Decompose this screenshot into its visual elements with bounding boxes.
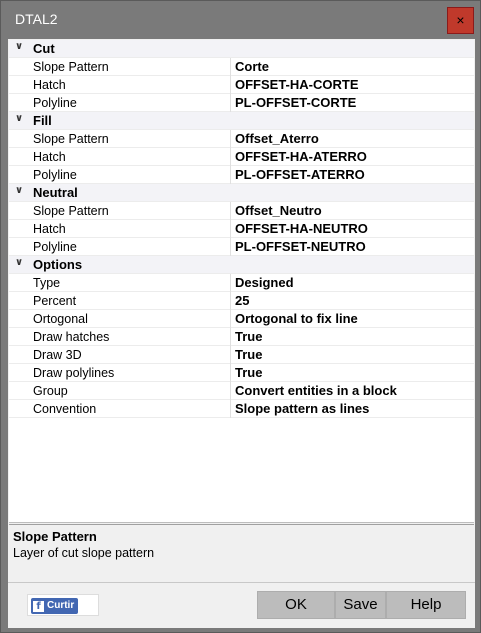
property-row[interactable]: Hatch OFFSET-HA-NEUTRO — [9, 220, 474, 238]
title-bar[interactable]: DTAL2 × — [1, 1, 480, 39]
property-value[interactable]: PL-OFFSET-ATERRO — [235, 167, 365, 182]
column-divider[interactable] — [230, 94, 231, 112]
property-value[interactable]: 25 — [235, 293, 249, 308]
description-title: Slope Pattern — [13, 529, 97, 544]
property-label: Slope Pattern — [33, 60, 109, 74]
property-label: Draw hatches — [33, 330, 110, 344]
property-label: Slope Pattern — [33, 132, 109, 146]
property-value[interactable]: OFFSET-HA-NEUTRO — [235, 221, 368, 236]
column-divider[interactable] — [230, 58, 231, 76]
property-label: Polyline — [33, 96, 77, 110]
property-row[interactable]: Draw polylines True — [9, 364, 474, 382]
property-value[interactable]: Offset_Neutro — [235, 203, 322, 218]
property-label: Hatch — [33, 78, 66, 92]
facebook-like-button[interactable]: f Curtir — [27, 594, 99, 616]
property-value[interactable]: Corte — [235, 59, 269, 74]
property-label: Type — [33, 276, 61, 290]
facebook-like-label: Curtir — [47, 600, 75, 611]
category-label: Cut — [33, 41, 55, 56]
property-value[interactable]: OFFSET-HA-CORTE — [235, 77, 359, 92]
column-divider[interactable] — [230, 202, 231, 220]
property-label: Draw polylines — [33, 366, 115, 380]
close-button[interactable]: × — [447, 7, 474, 34]
property-row[interactable]: Polyline PL-OFFSET-NEUTRO — [9, 238, 474, 256]
property-label: Percent — [33, 294, 77, 308]
column-divider[interactable] — [230, 292, 231, 310]
property-value[interactable]: OFFSET-HA-ATERRO — [235, 149, 367, 164]
property-row[interactable]: Slope Pattern Offset_Neutro — [9, 202, 474, 220]
property-value[interactable]: Slope pattern as lines — [235, 401, 369, 416]
property-row[interactable]: Slope Pattern Offset_Aterro — [9, 130, 474, 148]
chevron-down-icon[interactable]: ∨ — [13, 41, 25, 52]
property-row[interactable]: Group Convert entities in a block — [9, 382, 474, 400]
column-divider[interactable] — [230, 76, 231, 94]
column-divider[interactable] — [230, 400, 231, 418]
close-icon: × — [456, 12, 465, 28]
category-label: Options — [33, 257, 83, 272]
property-row[interactable]: Draw 3D True — [9, 346, 474, 364]
category-row-options[interactable]: ∨ Options — [9, 256, 474, 274]
property-label: Polyline — [33, 168, 77, 182]
dialog-window: DTAL2 × ∨ Cut Slope Pattern Corte Hatch OFFSE… — [0, 0, 481, 633]
column-divider[interactable] — [230, 148, 231, 166]
property-value[interactable]: True — [235, 365, 262, 380]
property-row[interactable]: Convention Slope pattern as lines — [9, 400, 474, 418]
save-button[interactable]: Save — [335, 591, 386, 619]
property-label: Slope Pattern — [33, 204, 109, 218]
column-divider[interactable] — [230, 220, 231, 238]
property-label: Draw 3D — [33, 348, 82, 362]
property-value[interactable]: Ortogonal to fix line — [235, 311, 358, 326]
category-row-neutral[interactable]: ∨ Neutral — [9, 184, 474, 202]
chevron-down-icon[interactable]: ∨ — [13, 185, 25, 196]
property-row[interactable]: Polyline PL-OFFSET-ATERRO — [9, 166, 474, 184]
facebook-icon: f — [33, 601, 44, 612]
column-divider[interactable] — [230, 130, 231, 148]
column-divider[interactable] — [230, 382, 231, 400]
dialog-client: ∨ Cut Slope Pattern Corte Hatch OFFSET-HA-COR… — [8, 39, 475, 628]
window-title: DTAL2 — [15, 11, 58, 27]
property-label: Ortogonal — [33, 312, 88, 326]
property-row[interactable]: Slope Pattern Corte — [9, 58, 474, 76]
property-row[interactable]: Hatch OFFSET-HA-ATERRO — [9, 148, 474, 166]
property-value[interactable]: Offset_Aterro — [235, 131, 319, 146]
property-row[interactable]: Percent 25 — [9, 292, 474, 310]
column-divider[interactable] — [230, 310, 231, 328]
button-bar: f Curtir OK Save Help — [8, 582, 475, 628]
property-label: Group — [33, 384, 68, 398]
property-value[interactable]: Convert entities in a block — [235, 383, 397, 398]
property-value[interactable]: True — [235, 347, 262, 362]
column-divider[interactable] — [230, 364, 231, 382]
category-row-cut[interactable]: ∨ Cut — [9, 40, 474, 58]
category-row-fill[interactable]: ∨ Fill — [9, 112, 474, 130]
property-label: Convention — [33, 402, 97, 416]
category-label: Fill — [33, 113, 52, 128]
column-divider[interactable] — [230, 238, 231, 256]
facebook-like-badge: f Curtir — [31, 598, 79, 614]
category-label: Neutral — [33, 185, 78, 200]
description-text: Layer of cut slope pattern — [13, 546, 155, 560]
property-label: Hatch — [33, 222, 66, 236]
chevron-down-icon[interactable]: ∨ — [13, 257, 25, 268]
property-label: Polyline — [33, 240, 77, 254]
property-value[interactable]: PL-OFFSET-CORTE — [235, 95, 356, 110]
property-value[interactable]: PL-OFFSET-NEUTRO — [235, 239, 366, 254]
property-row[interactable]: Draw hatches True — [9, 328, 474, 346]
description-panel: Slope Pattern Layer of cut slope pattern — [9, 524, 474, 582]
property-row[interactable]: Polyline PL-OFFSET-CORTE — [9, 94, 474, 112]
column-divider[interactable] — [230, 328, 231, 346]
property-row[interactable]: Ortogonal Ortogonal to fix line — [9, 310, 474, 328]
property-value[interactable]: Designed — [235, 275, 294, 290]
column-divider[interactable] — [230, 166, 231, 184]
property-label: Hatch — [33, 150, 66, 164]
column-divider[interactable] — [230, 274, 231, 292]
ok-button[interactable]: OK — [257, 591, 335, 619]
property-row[interactable]: Type Designed — [9, 274, 474, 292]
help-button[interactable]: Help — [386, 591, 466, 619]
property-grid[interactable]: ∨ Cut Slope Pattern Corte Hatch OFFSET-HA-COR… — [9, 40, 474, 523]
property-value[interactable]: True — [235, 329, 262, 344]
chevron-down-icon[interactable]: ∨ — [13, 113, 25, 124]
column-divider[interactable] — [230, 346, 231, 364]
property-row[interactable]: Hatch OFFSET-HA-CORTE — [9, 76, 474, 94]
